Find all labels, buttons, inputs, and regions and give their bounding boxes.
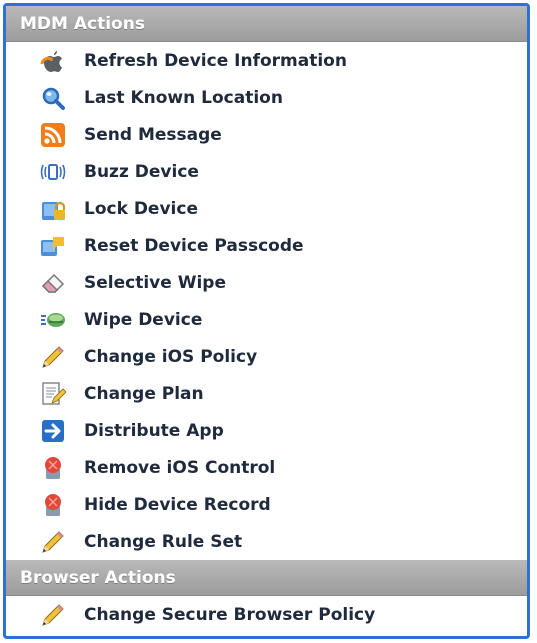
- send-message-item[interactable]: Send Message: [6, 116, 527, 153]
- rss-icon: [40, 122, 66, 148]
- pencil-icon: [40, 344, 66, 370]
- item-label: Buzz Device: [84, 161, 199, 182]
- lock-icon: [40, 196, 66, 222]
- lock-device-item[interactable]: Lock Device: [6, 190, 527, 227]
- item-label: Reset Device Passcode: [84, 235, 304, 256]
- passcode-icon: [40, 233, 66, 259]
- browser-actions-header: Browser Actions: [6, 560, 527, 596]
- wipe-device-item[interactable]: Wipe Device: [6, 301, 527, 338]
- change-plan-item[interactable]: Change Plan: [6, 375, 527, 412]
- item-label: Distribute App: [84, 420, 224, 441]
- edit-document-icon: [40, 381, 66, 407]
- item-label: Last Known Location: [84, 87, 283, 108]
- item-label: Wipe Device: [84, 309, 203, 330]
- item-label: Send Message: [84, 124, 222, 145]
- item-label: Refresh Device Information: [84, 50, 347, 71]
- mdm-actions-header: MDM Actions: [6, 6, 527, 42]
- hide-device-record-item[interactable]: Hide Device Record: [6, 486, 527, 523]
- item-label: Selective Wipe: [84, 272, 226, 293]
- item-label: Remove iOS Control: [84, 457, 276, 478]
- pencil-icon: [40, 602, 66, 628]
- apple-refresh-icon: [40, 48, 66, 74]
- item-label: Lock Device: [84, 198, 198, 219]
- change-rule-set-item[interactable]: Change Rule Set: [6, 523, 527, 560]
- magnifier-icon: [40, 85, 66, 111]
- eraser-icon: [40, 270, 66, 296]
- last-known-location-item[interactable]: Last Known Location: [6, 79, 527, 116]
- actions-panel: MDM Actions Refresh Device Information L…: [3, 3, 530, 639]
- distribute-app-item[interactable]: Distribute App: [6, 412, 527, 449]
- item-label: Hide Device Record: [84, 494, 271, 515]
- refresh-device-information-item[interactable]: Refresh Device Information: [6, 42, 527, 79]
- change-secure-browser-policy-item[interactable]: Change Secure Browser Policy: [6, 596, 527, 633]
- item-label: Change Rule Set: [84, 531, 243, 552]
- item-label: Change iOS Policy: [84, 346, 258, 367]
- item-label: Change Plan: [84, 383, 204, 404]
- vibrate-icon: [40, 159, 66, 185]
- remove-ios-control-item[interactable]: Remove iOS Control: [6, 449, 527, 486]
- pencil-icon: [40, 529, 66, 555]
- item-label: Change Secure Browser Policy: [84, 604, 376, 625]
- change-ios-policy-item[interactable]: Change iOS Policy: [6, 338, 527, 375]
- buzz-device-item[interactable]: Buzz Device: [6, 153, 527, 190]
- selective-wipe-item[interactable]: Selective Wipe: [6, 264, 527, 301]
- arrow-right-icon: [40, 418, 66, 444]
- reset-device-passcode-item[interactable]: Reset Device Passcode: [6, 227, 527, 264]
- hide-record-icon: [40, 492, 66, 518]
- wipe-icon: [40, 307, 66, 333]
- remove-control-icon: [40, 455, 66, 481]
